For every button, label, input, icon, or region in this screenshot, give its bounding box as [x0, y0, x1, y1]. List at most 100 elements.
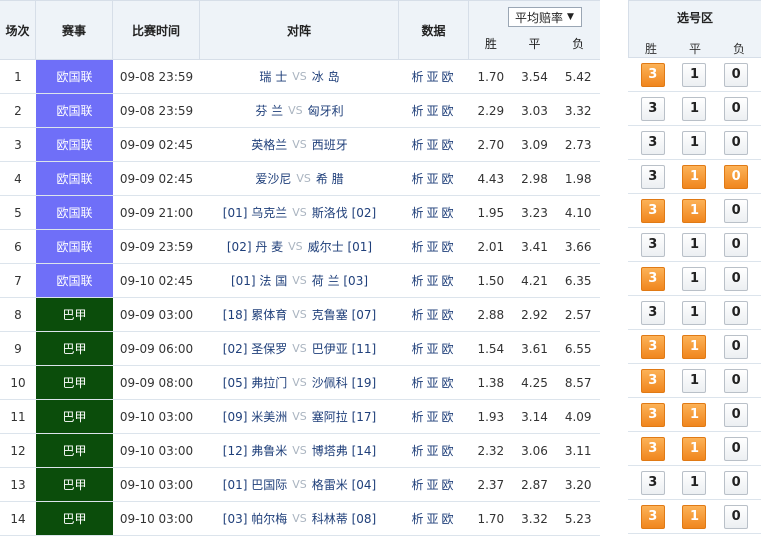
- league-badge[interactable]: 欧国联: [36, 264, 113, 297]
- pick-lose-button[interactable]: 0: [724, 436, 749, 461]
- pick-win-button[interactable]: 3: [640, 334, 665, 359]
- pick-win-button[interactable]: 3: [640, 96, 665, 121]
- pick-draw-button[interactable]: 1: [682, 198, 707, 223]
- pick-lose-button[interactable]: 0: [724, 470, 749, 495]
- pick-win-button[interactable]: 3: [640, 436, 665, 461]
- pick-lose-button[interactable]: 0: [724, 62, 749, 87]
- data-links[interactable]: 析亚欧: [399, 366, 469, 399]
- pick-win-button[interactable]: 3: [640, 232, 665, 257]
- away-team[interactable]: 匈牙利: [308, 102, 344, 119]
- home-team[interactable]: 芬 兰: [255, 102, 283, 119]
- league-badge[interactable]: 欧国联: [36, 230, 113, 263]
- home-team[interactable]: [03] 帕尔梅: [223, 510, 287, 527]
- odds-type-select[interactable]: 平均赔率 ▼: [507, 7, 582, 27]
- pick-lose-button[interactable]: 0: [724, 96, 749, 121]
- pick-lose-button[interactable]: 0: [724, 300, 749, 325]
- league-badge[interactable]: 巴甲: [36, 332, 113, 365]
- away-team[interactable]: 巴伊亚 [11]: [312, 340, 376, 357]
- pick-win-button[interactable]: 3: [640, 504, 665, 529]
- league-badge[interactable]: 欧国联: [36, 94, 113, 127]
- pick-lose-button[interactable]: 0: [724, 130, 749, 155]
- data-links[interactable]: 析亚欧: [399, 230, 469, 263]
- home-team[interactable]: [01] 巴国际: [223, 476, 287, 493]
- home-team[interactable]: [12] 弗鲁米: [223, 442, 287, 459]
- pick-draw-button[interactable]: 1: [682, 470, 707, 495]
- data-links[interactable]: 析亚欧: [399, 468, 469, 501]
- away-team[interactable]: 科林蒂 [08]: [312, 510, 376, 527]
- league-badge[interactable]: 欧国联: [36, 162, 113, 195]
- away-team[interactable]: 沙佩科 [19]: [312, 374, 376, 391]
- league-badge[interactable]: 巴甲: [36, 366, 113, 399]
- pick-win-button[interactable]: 3: [640, 368, 665, 393]
- pick-draw-button[interactable]: 1: [682, 368, 707, 393]
- home-team[interactable]: [09] 米美洲: [223, 408, 287, 425]
- pick-draw-button[interactable]: 1: [682, 96, 707, 121]
- data-links[interactable]: 析亚欧: [399, 400, 469, 433]
- pick-draw-button[interactable]: 1: [682, 232, 707, 257]
- pick-draw-button[interactable]: 1: [682, 334, 707, 359]
- data-links[interactable]: 析亚欧: [399, 264, 469, 297]
- home-team[interactable]: [01] 乌克兰: [223, 204, 287, 221]
- away-team[interactable]: 克鲁塞 [07]: [312, 306, 376, 323]
- home-team[interactable]: 爱沙尼: [255, 170, 291, 187]
- league-badge[interactable]: 欧国联: [36, 60, 113, 93]
- away-team[interactable]: 格雷米 [04]: [312, 476, 376, 493]
- league-badge[interactable]: 巴甲: [36, 298, 113, 331]
- away-team[interactable]: 博塔弗 [14]: [312, 442, 376, 459]
- home-team[interactable]: 英格兰: [251, 136, 287, 153]
- data-links[interactable]: 析亚欧: [399, 298, 469, 331]
- pick-win-button[interactable]: 3: [640, 300, 665, 325]
- away-team[interactable]: 威尔士 [01]: [308, 238, 372, 255]
- data-links[interactable]: 析亚欧: [399, 196, 469, 229]
- league-badge[interactable]: 巴甲: [36, 502, 113, 535]
- pick-win-button[interactable]: 3: [640, 402, 665, 427]
- pick-draw-button[interactable]: 1: [682, 62, 707, 87]
- data-links[interactable]: 析亚欧: [399, 332, 469, 365]
- pick-draw-button[interactable]: 1: [682, 402, 707, 427]
- odds-draw: 2.98: [521, 171, 548, 186]
- data-links[interactable]: 析亚欧: [399, 162, 469, 195]
- pick-draw-button[interactable]: 1: [682, 300, 707, 325]
- pick-win-button[interactable]: 3: [640, 198, 665, 223]
- pick-lose-button[interactable]: 0: [724, 334, 749, 359]
- league-badge[interactable]: 巴甲: [36, 468, 113, 501]
- data-links[interactable]: 析亚欧: [399, 94, 469, 127]
- data-links[interactable]: 析亚欧: [399, 434, 469, 467]
- data-links[interactable]: 析亚欧: [399, 60, 469, 93]
- pick-draw-button[interactable]: 1: [682, 164, 707, 189]
- pick-lose-button[interactable]: 0: [724, 164, 749, 189]
- home-team[interactable]: [05] 弗拉门: [223, 374, 287, 391]
- pick-draw-button[interactable]: 1: [682, 504, 707, 529]
- pick-lose-button[interactable]: 0: [724, 198, 749, 223]
- away-team[interactable]: 荷 兰 [03]: [312, 272, 368, 289]
- home-team[interactable]: [02] 丹 麦: [227, 238, 283, 255]
- data-links[interactable]: 析亚欧: [399, 128, 469, 161]
- pick-win-button[interactable]: 3: [640, 130, 665, 155]
- home-team[interactable]: [01] 法 国: [231, 272, 287, 289]
- pick-lose-button[interactable]: 0: [724, 368, 749, 393]
- league-badge[interactable]: 巴甲: [36, 400, 113, 433]
- pick-draw-button[interactable]: 1: [682, 266, 707, 291]
- pick-win-button[interactable]: 3: [640, 164, 665, 189]
- pick-lose-button[interactable]: 0: [724, 402, 749, 427]
- pick-lose-button[interactable]: 0: [724, 266, 749, 291]
- away-team[interactable]: 塞阿拉 [17]: [312, 408, 376, 425]
- away-team[interactable]: 西班牙: [312, 136, 348, 153]
- pick-win-button[interactable]: 3: [640, 266, 665, 291]
- away-team[interactable]: 斯洛伐 [02]: [312, 204, 376, 221]
- league-badge[interactable]: 巴甲: [36, 434, 113, 467]
- league-badge[interactable]: 欧国联: [36, 128, 113, 161]
- pick-lose-button[interactable]: 0: [724, 232, 749, 257]
- pick-win-button[interactable]: 3: [640, 62, 665, 87]
- league-badge[interactable]: 欧国联: [36, 196, 113, 229]
- away-team[interactable]: 希 腊: [316, 170, 344, 187]
- home-team[interactable]: [18] 累体育: [223, 306, 287, 323]
- pick-lose-button[interactable]: 0: [724, 504, 749, 529]
- pick-draw-button[interactable]: 1: [682, 130, 707, 155]
- home-team[interactable]: 瑞 士: [259, 68, 287, 85]
- pick-draw-button[interactable]: 1: [682, 436, 707, 461]
- away-team[interactable]: 冰 岛: [312, 68, 340, 85]
- pick-win-button[interactable]: 3: [640, 470, 665, 495]
- home-team[interactable]: [02] 圣保罗: [223, 340, 287, 357]
- data-links[interactable]: 析亚欧: [399, 502, 469, 535]
